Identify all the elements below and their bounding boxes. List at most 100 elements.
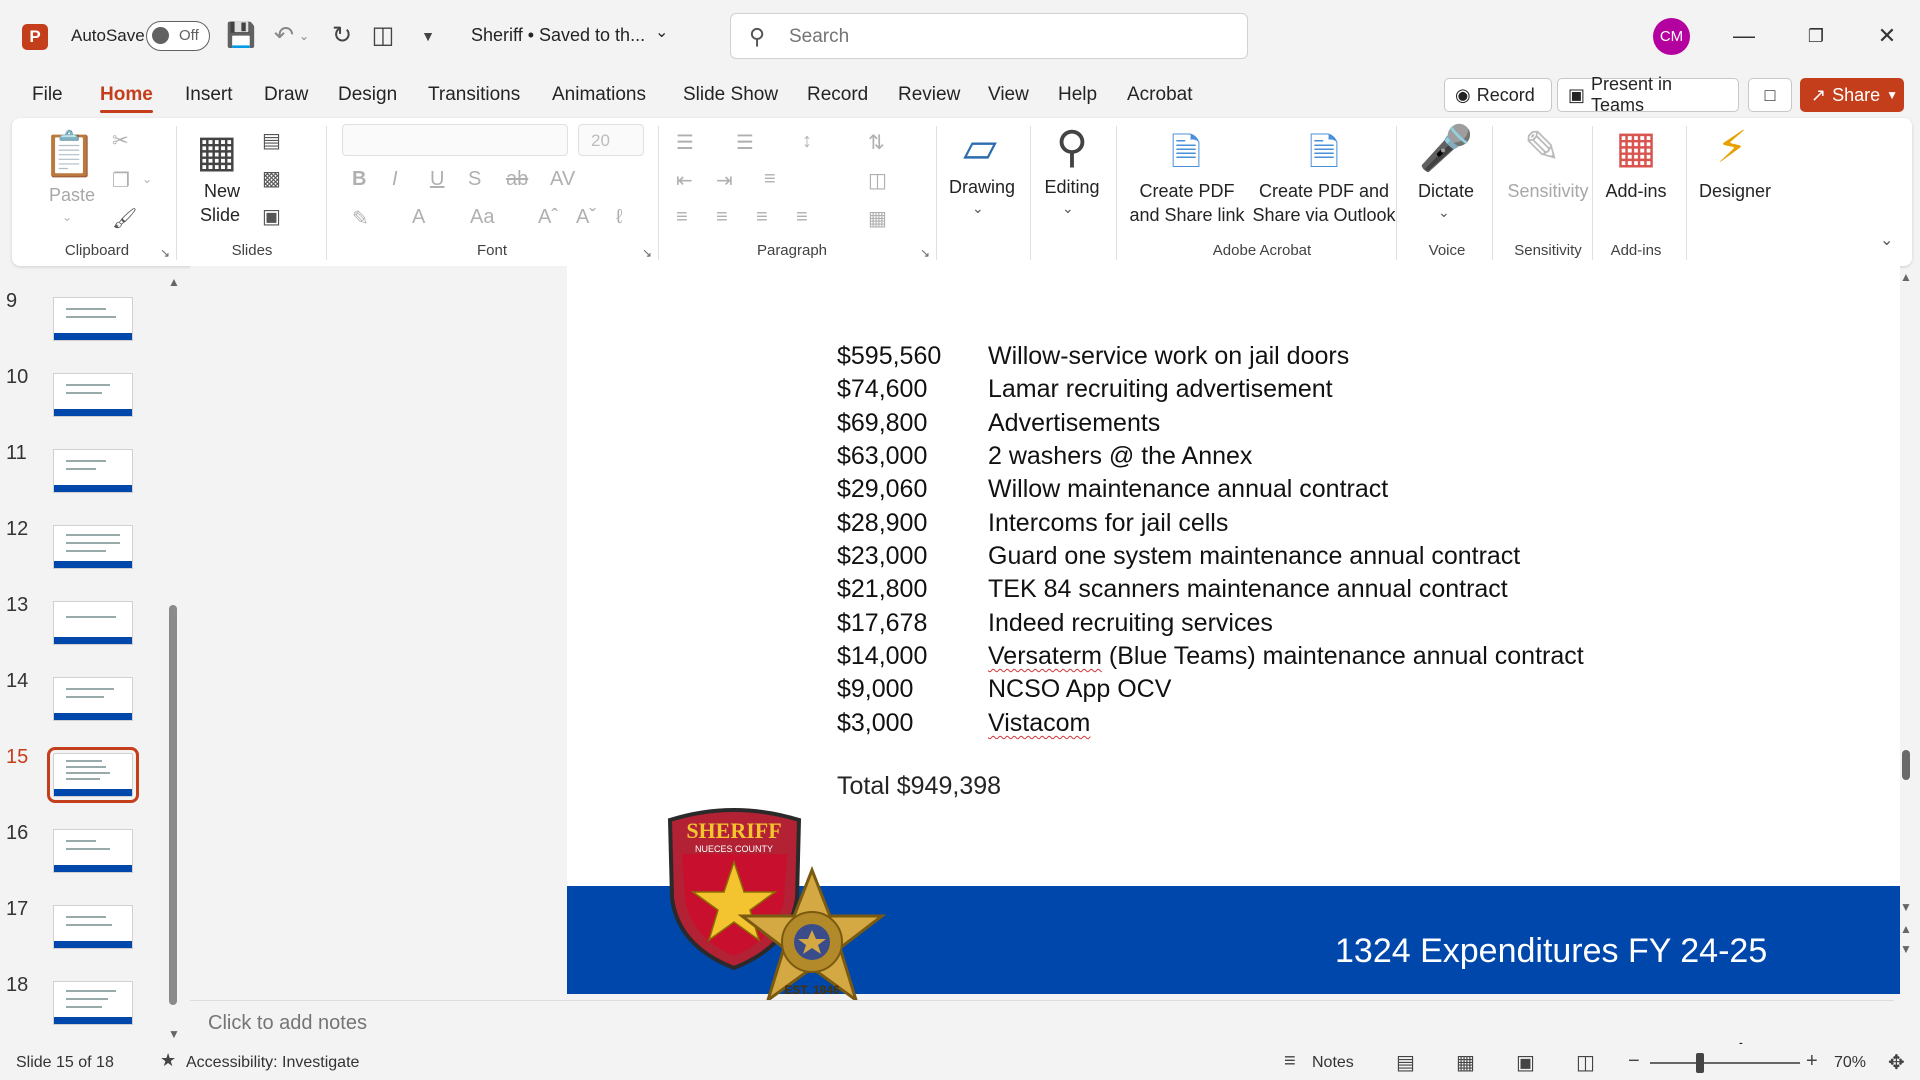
record-button[interactable]: ◉ Record	[1444, 78, 1552, 112]
search-input[interactable]	[789, 24, 1229, 50]
reading-view-icon[interactable]: ▣	[1516, 1050, 1535, 1075]
justify-icon[interactable]: ≡	[796, 206, 808, 229]
scroll-up-icon[interactable]: ▲	[168, 275, 180, 289]
zoom-in-icon[interactable]: +	[1806, 1050, 1818, 1073]
increase-font-icon[interactable]: Aˆ	[538, 206, 558, 229]
notes-button[interactable]: Notes	[1312, 1054, 1354, 1072]
strikethrough-icon[interactable]: ab	[506, 168, 528, 191]
tab-insert[interactable]: Insert	[185, 84, 233, 106]
font-size-select[interactable]: 20	[578, 124, 644, 156]
create-pdf-outlook-label-1[interactable]: Create PDF and	[1234, 180, 1414, 203]
tab-draw[interactable]: Draw	[264, 84, 308, 106]
align-center-icon[interactable]: ≡	[716, 206, 728, 229]
scroll-down-icon[interactable]: ▼	[1900, 900, 1912, 914]
new-slide-button-label-2[interactable]: Slide	[190, 204, 250, 227]
bold-icon[interactable]: B	[352, 168, 366, 191]
slide-thumbnail[interactable]	[53, 981, 133, 1025]
cut-icon[interactable]: ✂	[112, 128, 129, 153]
customize-quick-access-icon[interactable]: ▼	[412, 20, 444, 52]
slide[interactable]: $595,560 Willow-service work on jail door…	[567, 266, 1900, 1004]
avatar[interactable]: CM	[1653, 18, 1690, 55]
font-color-icon[interactable]: A	[412, 206, 425, 229]
dictate-button-label[interactable]: Dictate	[1406, 180, 1486, 203]
scroll-up-icon[interactable]: ▲	[1900, 270, 1912, 284]
slide-thumbnail[interactable]	[53, 449, 133, 493]
tab-design[interactable]: Design	[338, 84, 397, 106]
tab-home[interactable]: Home	[100, 84, 153, 113]
drawing-button-label[interactable]: Drawing	[942, 176, 1022, 199]
change-case-icon[interactable]: Aa	[470, 206, 494, 229]
share-button[interactable]: ↗ Share ▼	[1800, 78, 1904, 112]
decrease-font-icon[interactable]: Aˇ	[576, 206, 596, 229]
minimize-icon[interactable]: —	[1724, 20, 1764, 52]
zoom-slider-handle[interactable]	[1696, 1053, 1704, 1073]
highlight-icon[interactable]: ✎	[352, 206, 369, 231]
notes-pane[interactable]	[190, 1000, 1894, 1042]
previous-slide-icon[interactable]: ▲	[1900, 922, 1912, 936]
next-slide-icon[interactable]: ▼	[1900, 942, 1912, 956]
undo-icon[interactable]: ↶	[268, 20, 300, 52]
format-painter-icon[interactable]: 🖌	[112, 206, 137, 231]
tab-help[interactable]: Help	[1058, 84, 1097, 106]
reset-icon[interactable]: ▩	[262, 166, 281, 191]
slide-show-icon[interactable]: ◫	[1576, 1050, 1595, 1075]
slide-thumbnail[interactable]	[53, 297, 133, 341]
search-box[interactable]: ⚲	[730, 13, 1248, 59]
tab-transitions[interactable]: Transitions	[428, 84, 520, 106]
copy-icon[interactable]: ❐	[112, 168, 130, 193]
dialog-launcher-icon[interactable]: ↘	[160, 246, 170, 260]
collapse-ribbon-icon[interactable]: ⌄	[1880, 230, 1893, 250]
slide-sorter-icon[interactable]: ▦	[1456, 1050, 1475, 1075]
tab-view[interactable]: View	[988, 84, 1029, 106]
bullets-icon[interactable]: ☰	[676, 130, 694, 155]
zoom-level[interactable]: 70%	[1834, 1054, 1866, 1072]
slide-thumbnail[interactable]	[53, 525, 133, 569]
paste-button-label[interactable]: Paste	[40, 184, 104, 207]
font-family-select[interactable]	[342, 124, 568, 156]
columns-icon[interactable]: ≡	[764, 168, 776, 191]
thumbnail-scrollbar[interactable]: ▲ ▼	[166, 275, 180, 1041]
italic-icon[interactable]: I	[392, 168, 398, 191]
character-spacing-icon[interactable]: AV	[550, 168, 575, 191]
slide-thumbnail[interactable]	[53, 829, 133, 873]
normal-view-icon[interactable]: ▤	[1396, 1050, 1415, 1075]
dialog-launcher-icon[interactable]: ↘	[642, 246, 652, 260]
restore-icon[interactable]: ❐	[1796, 20, 1836, 52]
tab-file[interactable]: File	[32, 84, 63, 106]
section-icon[interactable]: ▣	[262, 204, 281, 229]
comments-button[interactable]: □	[1748, 78, 1792, 112]
designer-button-label[interactable]: Designer	[1690, 180, 1780, 203]
decrease-indent-icon[interactable]: ⇤	[676, 168, 693, 193]
document-title[interactable]: Sheriff • Saved to th...	[471, 25, 645, 46]
accessibility-status[interactable]: Accessibility: Investigate	[186, 1054, 359, 1072]
tab-acrobat[interactable]: Acrobat	[1127, 84, 1192, 106]
fit-slide-icon[interactable]: ✥	[1888, 1050, 1905, 1075]
undo-dropdown-icon[interactable]: ⌄	[297, 20, 311, 52]
scrollbar-thumb[interactable]	[1902, 750, 1910, 780]
editing-button-label[interactable]: Editing	[1032, 176, 1112, 199]
present-in-teams-button[interactable]: ▣ Present in Teams	[1557, 74, 1739, 115]
create-pdf-outlook-label-2[interactable]: Share via Outlook	[1234, 204, 1414, 227]
tab-record[interactable]: Record	[807, 84, 868, 106]
numbering-icon[interactable]: ☰	[736, 130, 754, 155]
slide-thumbnail[interactable]	[53, 601, 133, 645]
increase-indent-icon[interactable]: ⇥	[716, 168, 733, 193]
slide-thumbnail[interactable]	[53, 677, 133, 721]
text-direction-icon[interactable]: ⇅	[868, 130, 885, 155]
notes-input[interactable]	[208, 1009, 808, 1037]
layout-icon[interactable]: ▤	[262, 128, 281, 153]
chevron-down-icon[interactable]: ⌄	[655, 22, 668, 42]
slide-thumbnail[interactable]	[53, 905, 133, 949]
save-icon[interactable]: 💾	[225, 20, 257, 52]
tab-slide-show[interactable]: Slide Show	[683, 84, 778, 106]
scroll-down-icon[interactable]: ▼	[168, 1027, 180, 1041]
slide-scrollbar[interactable]: ▲ ▼ ▲ ▼	[1896, 270, 1916, 1040]
line-spacing-icon[interactable]: ↕	[802, 130, 812, 153]
sensitivity-button-label[interactable]: Sensitivity	[1498, 180, 1598, 203]
align-left-icon[interactable]: ≡	[676, 206, 688, 229]
tab-animations[interactable]: Animations	[552, 84, 646, 106]
clear-formatting-icon[interactable]: ℓ	[616, 206, 622, 229]
present-from-start-icon[interactable]: ◫	[367, 20, 399, 52]
smartart-icon[interactable]: ▦	[868, 206, 887, 231]
slide-thumbnail-active[interactable]	[47, 747, 139, 803]
